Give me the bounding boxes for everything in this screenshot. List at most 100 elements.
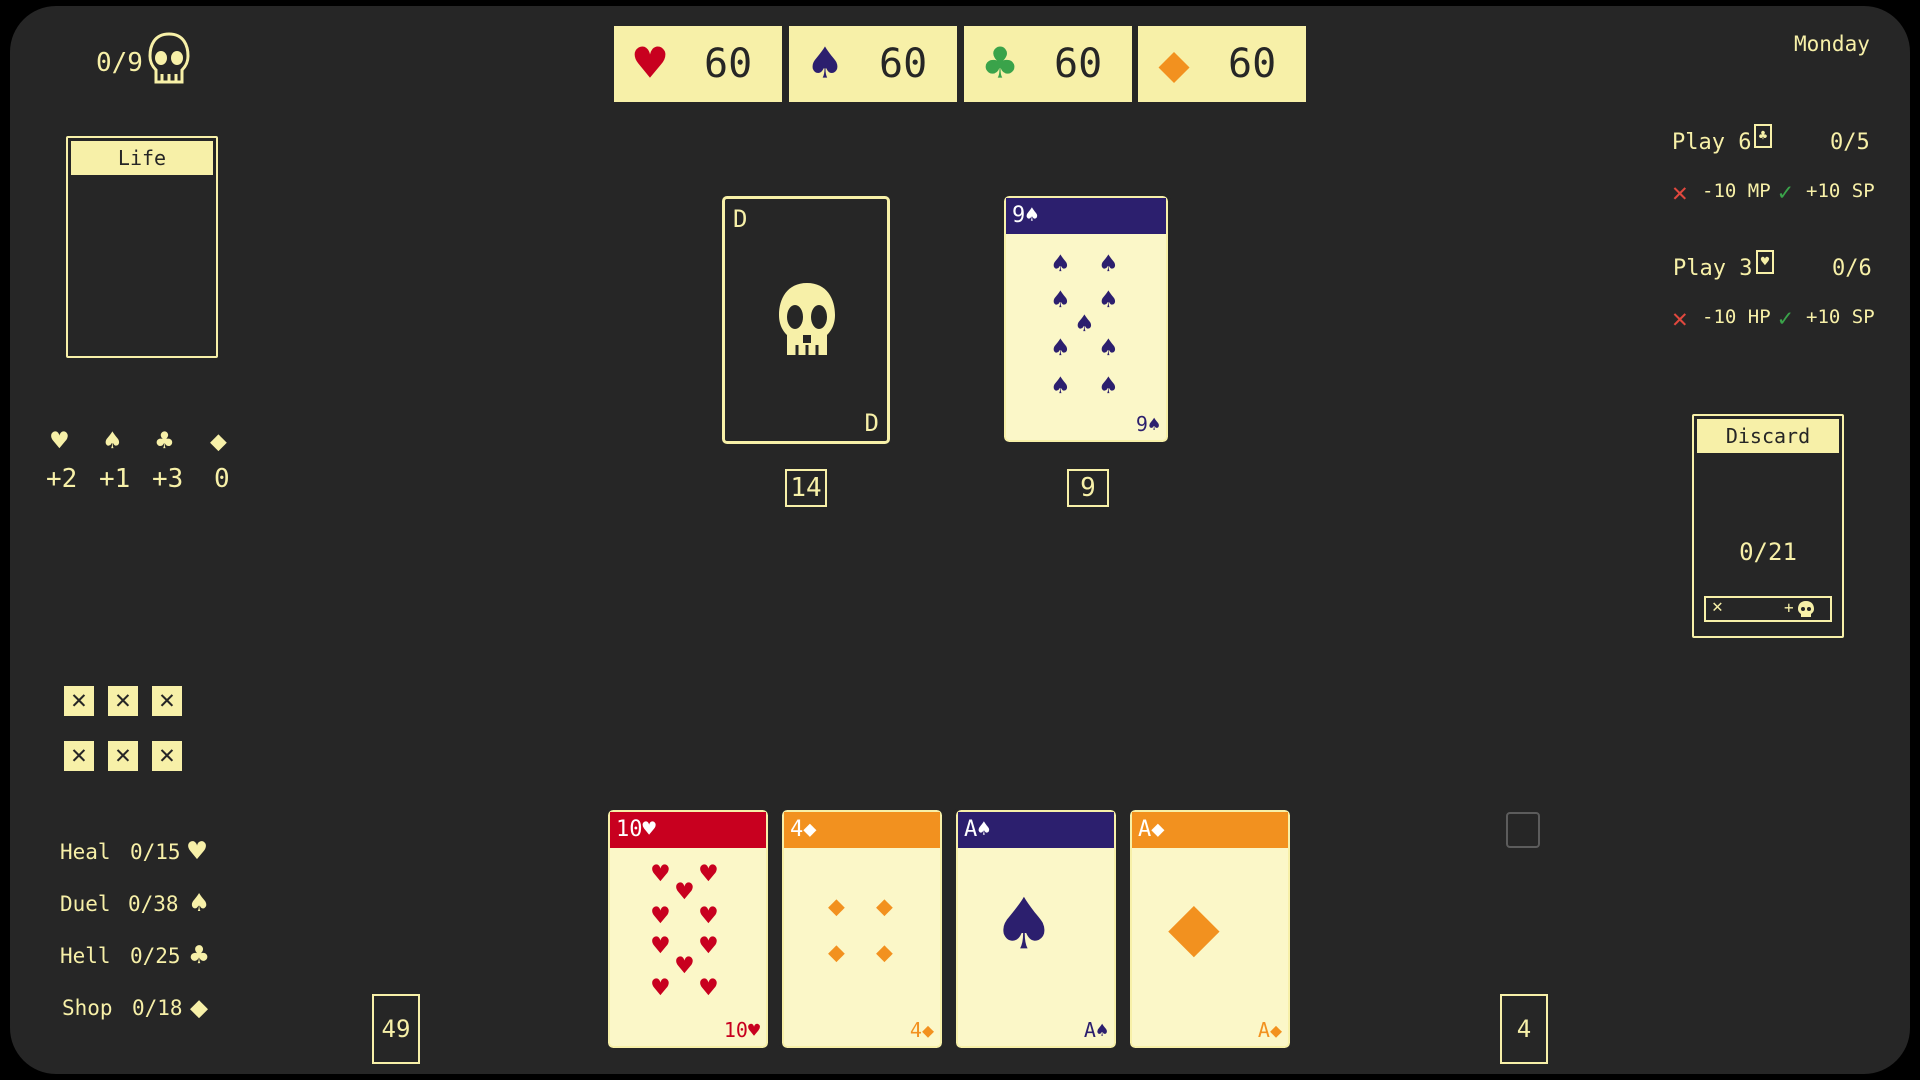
spade-pip-icon: ♠ bbox=[1100, 247, 1117, 280]
stat-heal-label: Heal bbox=[60, 840, 111, 864]
stat-hell-value: 0/25 bbox=[130, 944, 181, 968]
quest-1-fail: -10 MP bbox=[1702, 180, 1771, 202]
life-panel: Life bbox=[66, 136, 218, 358]
skull-icon bbox=[148, 32, 190, 84]
diamond-pip-icon: ◆ bbox=[876, 889, 893, 922]
stat-heal-value: 0/15 bbox=[130, 840, 181, 864]
deck-count[interactable]: 49 bbox=[372, 994, 420, 1064]
slot-4[interactable]: ✕ bbox=[64, 741, 94, 771]
heart-total: ♥ 60 bbox=[614, 26, 782, 102]
hand-card-label: 10♥ bbox=[610, 812, 766, 848]
slot-6[interactable]: ✕ bbox=[152, 741, 182, 771]
quest-2-title: Play 3 bbox=[1673, 256, 1753, 281]
empty-slot[interactable] bbox=[1506, 812, 1540, 848]
spade-icon: ♠ bbox=[809, 34, 841, 94]
diamond-pip-icon: ◆ bbox=[828, 889, 845, 922]
heart-icon: ♥ bbox=[634, 34, 666, 94]
heart-pip-icon: ♥ bbox=[652, 899, 669, 932]
skull-icon bbox=[1798, 601, 1814, 617]
modifier-spade-value: +1 bbox=[99, 464, 131, 494]
modifier-club-icon: ♣ bbox=[156, 424, 173, 457]
heart-pip-icon: ♥ bbox=[676, 875, 693, 908]
discard-title: Discard bbox=[1697, 419, 1839, 453]
heart-pip-icon: ♥ bbox=[652, 857, 669, 890]
stat-duel-label: Duel bbox=[60, 892, 111, 916]
hand-card-corner-label: A◆ bbox=[1257, 1018, 1282, 1042]
heart-pip-icon: ♥ bbox=[652, 971, 669, 1004]
diamond-icon: ◆ bbox=[1158, 34, 1190, 94]
played-card-corner-label: 9♠ bbox=[1135, 412, 1160, 436]
spade-pip-icon: ♠ bbox=[1100, 331, 1117, 364]
discard-action-bar[interactable]: ✕ + bbox=[1704, 596, 1832, 622]
modifier-heart-value: +2 bbox=[46, 464, 78, 494]
slot-2[interactable]: ✕ bbox=[108, 686, 138, 716]
day-label: Monday bbox=[1794, 32, 1870, 56]
discard-panel[interactable]: Discard 0/21 ✕ + bbox=[1692, 414, 1844, 638]
hand-card-label: A♠ bbox=[958, 812, 1114, 848]
club-total-value: 60 bbox=[1054, 41, 1103, 87]
hand-card-4-diamonds[interactable]: 4◆ ◆ ◆ ◆ ◆ 4◆ bbox=[779, 807, 945, 1051]
stat-duel-value: 0/38 bbox=[128, 892, 179, 916]
quest-2-success: +10 SP bbox=[1806, 306, 1875, 328]
heart-pip-icon: ♥ bbox=[676, 949, 693, 982]
slot-1[interactable]: ✕ bbox=[64, 686, 94, 716]
modifier-spade-icon: ♠ bbox=[104, 424, 121, 457]
hand-card-ace-spades[interactable]: A♠ ♠ A♠ bbox=[953, 807, 1119, 1051]
modifier-diamond-icon: ◆ bbox=[210, 424, 227, 457]
hand-card-corner-label: 4◆ bbox=[909, 1018, 934, 1042]
enemy-card-value: 14 bbox=[785, 469, 827, 507]
played-card-value: 9 bbox=[1067, 469, 1109, 507]
played-card-9-spades[interactable]: 9♠ ♠ ♠ ♠ ♠ ♠ ♠ ♠ ♠ ♠ 9♠ bbox=[1001, 193, 1171, 445]
modifier-diamond-value: 0 bbox=[214, 464, 230, 494]
hand-card-corner-label: 10♥ bbox=[723, 1018, 760, 1042]
spade-total-value: 60 bbox=[879, 41, 928, 87]
spade-total: ♠ 60 bbox=[789, 26, 957, 102]
club-total: ♣ 60 bbox=[964, 26, 1132, 102]
played-card-label: 9♠ bbox=[1006, 198, 1166, 234]
slot-3[interactable]: ✕ bbox=[152, 686, 182, 716]
club-icon: ♣ bbox=[984, 34, 1016, 94]
slot-5[interactable]: ✕ bbox=[108, 741, 138, 771]
heart-pip-icon: ♥ bbox=[700, 971, 717, 1004]
spade-pip-icon: ♠ bbox=[1052, 247, 1069, 280]
diamond-total-value: 60 bbox=[1228, 41, 1277, 87]
hand-card-label: A◆ bbox=[1132, 812, 1288, 848]
heart-pip-icon: ♥ bbox=[700, 899, 717, 932]
success-icon: ✓ bbox=[1778, 178, 1793, 206]
hand-card-ace-diamonds[interactable]: A◆ ◆ A◆ bbox=[1127, 807, 1293, 1051]
spade-pip-icon: ♠ bbox=[1052, 331, 1069, 364]
stat-shop-label: Shop bbox=[62, 996, 113, 1020]
spade-pip-icon: ♠ bbox=[998, 875, 1050, 975]
hand-card-label: 4◆ bbox=[784, 812, 940, 848]
enemy-card-top-label: D bbox=[733, 205, 748, 233]
quest-2-progress: 0/6 bbox=[1832, 256, 1872, 281]
fail-icon: ✕ bbox=[1672, 178, 1688, 208]
heart-total-value: 60 bbox=[704, 41, 753, 87]
quest-1-progress: 0/5 bbox=[1830, 130, 1870, 155]
heart-icon: ♥ bbox=[1756, 250, 1774, 274]
spade-pip-icon: ♠ bbox=[1100, 369, 1117, 402]
club-icon: ♣ bbox=[190, 938, 209, 973]
cancel-icon[interactable]: ✕ bbox=[1712, 596, 1723, 617]
diamond-pip-icon: ◆ bbox=[828, 935, 845, 968]
heart-pip-icon: ♥ bbox=[700, 857, 717, 890]
diamond-icon: ◆ bbox=[190, 990, 209, 1025]
game-screen: 0/9 Monday ♥ 60 ♠ 60 ♣ 60 ◆ 60 Life ♥ +2… bbox=[10, 6, 1910, 1074]
enemy-card[interactable]: D D bbox=[722, 196, 890, 444]
modifier-heart-icon: ♥ bbox=[51, 424, 68, 457]
discard-count: 0/21 bbox=[1739, 538, 1797, 566]
stat-shop-value: 0/18 bbox=[132, 996, 183, 1020]
fail-icon: ✕ bbox=[1672, 304, 1688, 334]
skull-icon bbox=[779, 283, 835, 355]
spade-pip-icon: ♠ bbox=[1100, 283, 1117, 316]
heart-pip-icon: ♥ bbox=[700, 929, 717, 962]
heart-pip-icon: ♥ bbox=[652, 929, 669, 962]
success-icon: ✓ bbox=[1778, 304, 1793, 332]
hand-card-corner-label: A♠ bbox=[1083, 1018, 1108, 1042]
modifier-club-value: +3 bbox=[152, 464, 184, 494]
stat-hell-label: Hell bbox=[60, 944, 111, 968]
hand-card-10-hearts[interactable]: 10♥ ♥ ♥ ♥ ♥ ♥ ♥ ♥ ♥ ♥ ♥ 10♥ bbox=[605, 807, 771, 1051]
spade-pip-icon: ♠ bbox=[1052, 369, 1069, 402]
hand-count[interactable]: 4 bbox=[1500, 994, 1548, 1064]
quest-1-success: +10 SP bbox=[1806, 180, 1875, 202]
